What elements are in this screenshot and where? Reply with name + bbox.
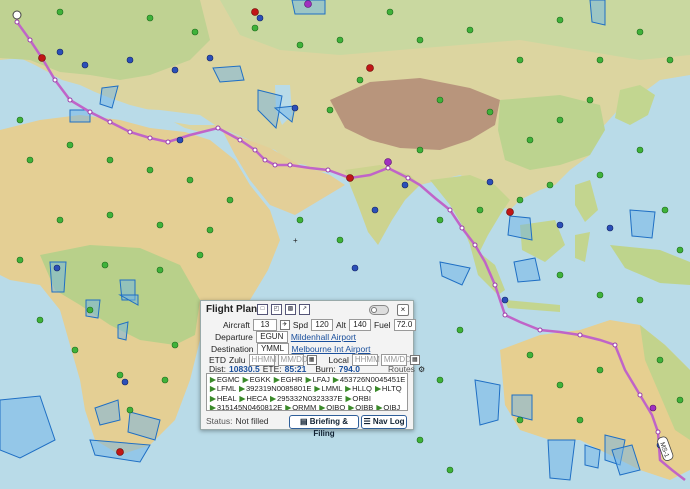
aircraft-input[interactable]: 13 [252,319,277,331]
route-waypoint[interactable]: HEAL [217,394,239,403]
aircraft-label: Aircraft [223,320,250,330]
route-arrow-icon: ▶ [239,384,245,394]
route-waypoint[interactable]: EGHR [281,375,305,384]
route-arrow-icon: ▶ [210,375,216,384]
aircraft-row: Aircraft 13 ✈ Spd 120 Alt 140 Fuel 72.0 [223,319,416,331]
route-waypoint[interactable]: ORMM [292,403,318,410]
route-waypoint[interactable]: 295332N0323337E [277,394,345,403]
route-waypoint[interactable]: ORBI [352,394,371,403]
route-waypoint[interactable]: EGKK [250,375,273,384]
route-waypoint[interactable]: HLLQ [352,384,374,393]
status-label: Status: [206,416,233,426]
destination-label: Destination [211,344,254,354]
flight-plan-toolbar: □ ◰ ▩ ↗ [257,304,310,315]
list-icon: ☰ [363,417,371,426]
route-arrow-icon: ▶ [270,393,276,403]
routes-gear-icon[interactable]: ⚙ [418,365,425,374]
aircraft-select-icon[interactable]: ✈ [279,320,290,330]
route-arrow-icon: ▶ [210,403,216,411]
departure-airport-link[interactable]: Mildenhall Airport [291,332,356,342]
route-waypoint[interactable]: HECA [246,394,269,403]
save-icon[interactable]: ▩ [285,304,296,315]
route-waypoint[interactable]: LMML [321,384,344,393]
route-line: ▶HEAL ▶HECA ▶295332N0323337E ▶ORBI [209,394,405,403]
export-icon[interactable]: ↗ [299,304,310,315]
flight-plan-titlebar: Flight Plan □ ◰ ▩ ↗ × [201,301,413,317]
fuel-input[interactable]: 72.0 [393,319,416,331]
route-waypoint[interactable]: 392319N0085801E [246,384,314,393]
route-arrow-icon: ▶ [273,375,280,384]
route-arrow-icon: ▶ [242,375,249,384]
route-arrow-icon: ▶ [375,384,381,394]
route-arrow-icon: ▶ [345,384,352,394]
route-waypoint[interactable]: HLTQ [382,384,402,393]
briefing-filing-button[interactable]: ▤ Briefing & Filing [289,415,359,438]
status-row: Status: Not filled [206,416,269,426]
close-icon[interactable]: × [397,304,409,316]
panel-toggle-switch[interactable] [369,305,389,315]
alt-label: Alt [336,320,346,330]
spd-label: Spd [292,320,309,330]
nav-log-button[interactable]: ☰ Nav Log [361,415,407,429]
route-arrow-icon: ▶ [332,375,339,384]
departure-row: Departure EGUN Mildenhall Airport [215,331,356,343]
route-waypoint[interactable]: 453726N0045451E [340,375,405,384]
fuel-label: Fuel [373,320,391,330]
route-arrow-icon: ▶ [210,393,216,403]
route-arrow-icon: ▶ [210,384,216,394]
route-waypoint[interactable]: OIBQ [326,403,347,410]
route-text-area[interactable]: ▶EGMC ▶EGKK ▶EGHR ▶LFAJ ▶453726N0045451E… [206,373,408,411]
route-waypoint[interactable]: EGMC [217,375,242,384]
new-file-icon[interactable]: □ [257,304,268,315]
speed-input[interactable]: 120 [311,319,334,331]
flight-plan-title: Flight Plan [206,304,258,315]
route-line: ▶315145N0460812E ▶ORMM ▶OIBQ ▶OIBB ▶OIBJ [209,403,405,411]
route-line: ▶EGMC ▶EGKK ▶EGHR ▶LFAJ ▶453726N0045451E [209,375,405,384]
route-waypoint[interactable]: 315145N0460812E [217,403,285,410]
departure-input[interactable]: EGUN [255,331,288,343]
route-waypoint[interactable]: OIBB [355,403,375,410]
route-arrow-icon: ▶ [305,375,312,384]
route-waypoint[interactable]: LFML [217,384,238,393]
route-waypoint[interactable]: OIBJ [383,403,400,410]
route-waypoint[interactable]: LFAJ [313,375,332,384]
departure-label: Departure [215,332,253,342]
briefing-icon: ▤ [299,417,308,426]
destination-airport-link[interactable]: Melbourne Int Airport [292,344,371,354]
open-folder-icon[interactable]: ◰ [271,304,282,315]
flight-plan-panel: Flight Plan □ ◰ ▩ ↗ × Aircraft 13 ✈ Spd … [200,300,425,438]
route-line: ▶LFML ▶392319N0085801E ▶LMML ▶HLLQ ▶HLTQ [209,384,405,393]
origin-marker[interactable] [12,10,22,20]
status-value: Not filled [235,416,269,426]
altitude-input[interactable]: 140 [348,319,371,331]
crosshair-marker: + [293,236,298,245]
